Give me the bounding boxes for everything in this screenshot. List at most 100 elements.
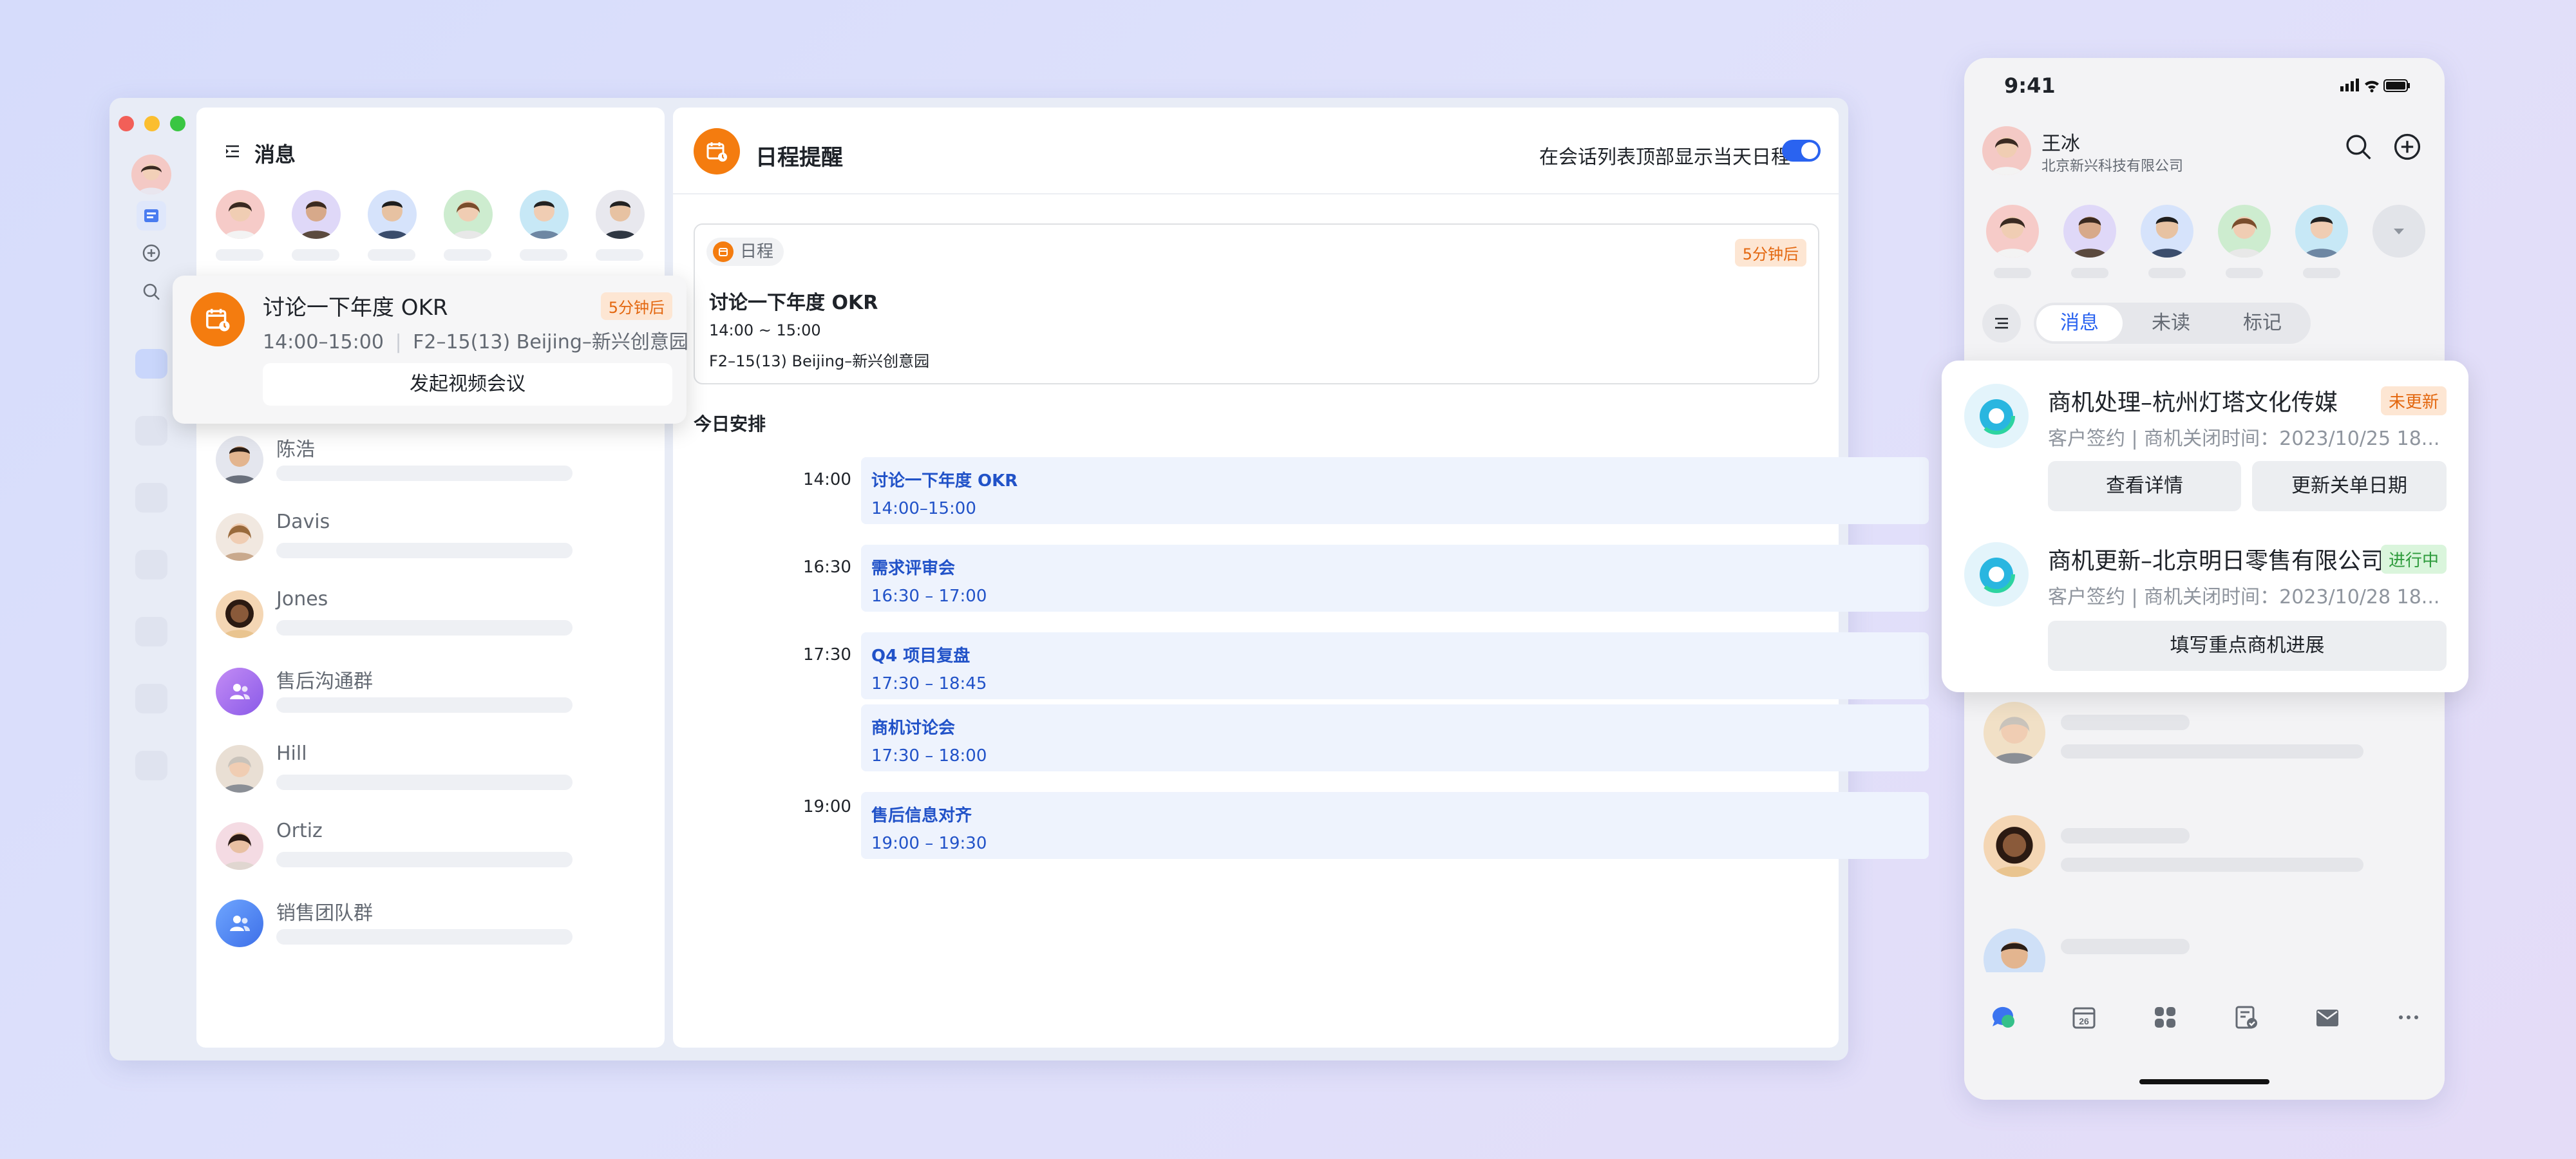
signal-wifi-battery-icon [2340,79,2410,93]
rail-app-2[interactable] [135,416,167,446]
avatar-name-placeholder [2226,268,2263,278]
show-schedule-toggle[interactable] [1782,140,1821,162]
pinned-contact-avatar[interactable] [2141,205,2193,258]
view-details-button[interactable]: 查看详情 [2048,461,2241,511]
add-icon[interactable] [2391,130,2424,164]
home-indicator [2139,1079,2269,1084]
user-avatar[interactable] [131,155,171,194]
timeline-event[interactable]: Q4 项目复盘 17:30 – 18:45 [861,632,1929,699]
separator: | [395,331,402,353]
chat-name-placeholder [2061,939,2190,954]
timeline-event[interactable]: 讨论一下年度 OKR 14:00–15:00 [861,457,1929,524]
pinned-contact-avatar[interactable] [368,190,417,239]
chat-avatar[interactable] [1984,815,2045,877]
chat-list-item[interactable]: 陈浩 [196,429,665,507]
chat-list-item[interactable]: 销售团队群 [196,893,665,970]
pinned-contact-avatar[interactable] [292,190,341,239]
message-panel: 消息 陈浩 Davis Jones 售后沟通群 Hill Ortiz 销售团队群 [196,108,665,1048]
opportunity-title: 商机更新–北京明日零售有限公司 [2048,548,2385,574]
rail-app-7[interactable] [135,751,167,780]
start-video-meeting-button[interactable]: 发起视频会议 [263,363,672,406]
chat-icon[interactable] [1984,998,2022,1037]
update-close-date-button[interactable]: 更新关单日期 [2252,461,2447,511]
opportunity-subtitle: 客户签约 | 商机关闭时间：2023/10/25 18... [2048,428,2440,450]
schedule-tag: 日程 [706,238,784,266]
timeline-event[interactable]: 需求评审会 16:30 – 17:00 [861,545,1929,612]
filter-icon[interactable] [1982,304,2021,343]
rail-app-6[interactable] [135,684,167,713]
pinned-contact-avatar[interactable] [596,190,645,239]
collapse-list-icon[interactable] [221,140,244,163]
opportunity-card: 商机处理–杭州灯塔文化传媒 未更新 客户签约 | 商机关闭时间：2023/10/… [1942,361,2468,692]
messages-nav-icon[interactable] [137,201,166,231]
avatar-face-icon [222,757,257,793]
chat-name: Davis [276,511,330,533]
mail-icon[interactable] [2308,998,2347,1037]
chat-name: 售后沟通群 [276,670,373,693]
avatar-name-placeholder [2303,268,2340,278]
avatar-name-placeholder [292,249,339,261]
chat-name: 销售团队群 [276,902,373,925]
group-icon [230,916,250,931]
expand-chevron-down-icon[interactable] [2372,205,2425,258]
calendar-day-label: 26 [2079,1016,2089,1026]
search-icon[interactable] [140,281,162,303]
avatar-face-icon [1990,137,2023,175]
user-avatar[interactable] [1982,126,2031,175]
pinned-contact-avatar[interactable] [444,190,493,239]
timeline-time: 14:00 [803,470,851,489]
rail-app-4[interactable] [135,550,167,580]
tab-unread[interactable]: 未读 [2128,305,2214,341]
chat-list-item[interactable]: Jones [196,584,665,661]
status-badge: 进行中 [2380,545,2447,574]
status-icons [2340,76,2411,94]
chat-list-item[interactable]: 售后沟通群 [196,661,665,739]
popup-details: 14:00–15:00 | F2–15(13) Beijing–新兴创意园 [263,326,688,354]
rail-app-5[interactable] [135,617,167,646]
messages-title: 消息 [254,142,296,167]
calendar-icon [713,241,734,262]
user-company: 北京新兴科技有限公司 [2041,158,2184,174]
chat-list-item[interactable]: Hill [196,739,665,816]
message-preview-placeholder [276,852,573,867]
timeline-time: 19:00 [803,797,851,816]
approval-icon[interactable] [2227,998,2266,1037]
add-icon[interactable] [140,242,162,264]
tab-flagged[interactable]: 标记 [2219,305,2306,341]
calendar-reminder-icon [191,292,245,346]
rail-app-1[interactable] [135,349,167,379]
chat-name-placeholder [2061,715,2190,730]
timeline-event[interactable]: 商机讨论会 17:30 – 18:00 [861,704,1929,771]
fill-progress-button[interactable]: 填写重点商机进展 [2048,621,2447,671]
calendar-icon[interactable]: 26 [2065,998,2103,1037]
status-time: 9:41 [2004,73,2056,98]
avatar-name-placeholder [520,249,567,261]
group-icon [230,684,250,699]
chat-list-item[interactable]: Ortiz [196,816,665,893]
chat-avatar[interactable] [1984,702,2045,764]
tab-messages[interactable]: 消息 [2036,305,2123,341]
schedule-card[interactable]: 日程 5分钟后 讨论一下年度 OKR 14:00 ~ 15:00 F2–15(1… [694,223,1819,384]
message-preview-placeholder [2061,744,2363,759]
timeline-event[interactable]: 售后信息对齐 19:00 – 19:30 [861,792,1929,859]
avatar-name-placeholder [1994,268,2031,278]
rail-app-3[interactable] [135,483,167,513]
avatar-face-icon [222,833,257,870]
more-icon[interactable] [2389,998,2428,1037]
avatar-name-placeholder [216,249,263,261]
apps-icon[interactable] [2146,998,2184,1037]
chat-list-item[interactable]: Davis [196,507,665,584]
event-title: 讨论一下年度 OKR [709,292,878,314]
opportunity-subtitle: 客户签约 | 商机关闭时间：2023/10/28 18... [2048,586,2440,608]
meeting-reminder-popup[interactable]: 讨论一下年度 OKR 5分钟后 14:00–15:00 | F2–15(13) … [173,276,688,424]
search-icon[interactable] [2342,130,2375,164]
schedule-title: 日程提醒 [755,145,843,171]
pinned-contact-avatar[interactable] [216,190,265,239]
pinned-contact-avatar[interactable] [520,190,569,239]
pinned-contact-avatar[interactable] [2218,205,2271,258]
pinned-contact-avatar[interactable] [1986,205,2039,258]
message-preview-placeholder [276,543,573,558]
pinned-contact-avatar[interactable] [2063,205,2116,258]
chat-name-placeholder [2061,828,2190,843]
pinned-contact-avatar[interactable] [2295,205,2348,258]
